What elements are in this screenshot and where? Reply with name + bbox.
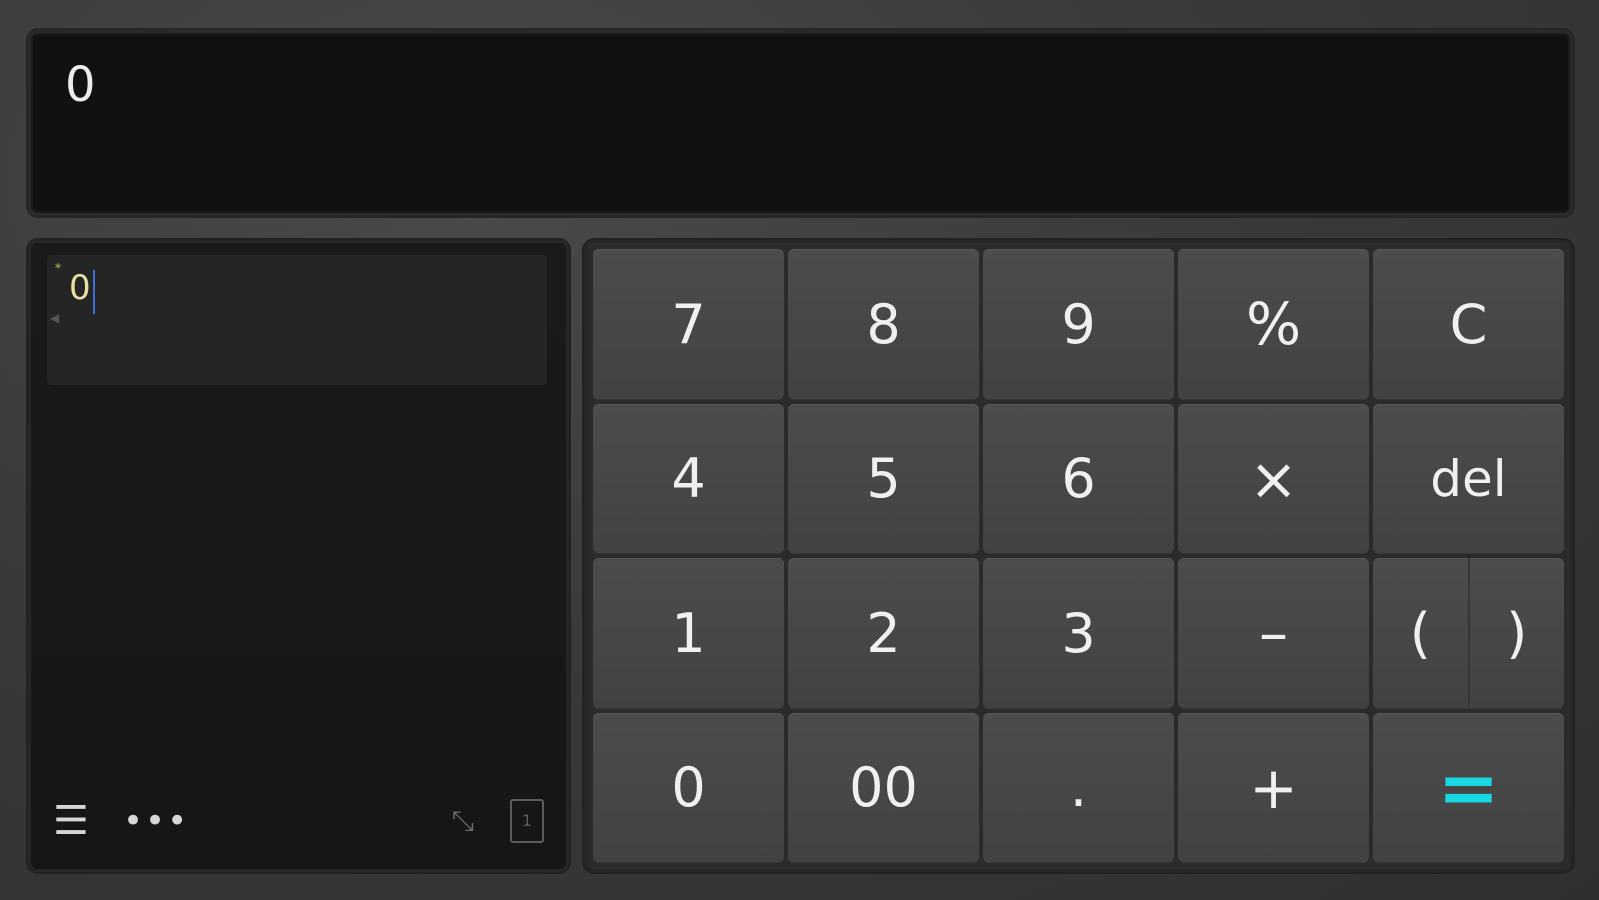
result-display: 0 <box>28 30 1573 216</box>
key-9[interactable]: 9 <box>983 249 1174 400</box>
plus-button[interactable]: + <box>1178 712 1369 863</box>
calculator-window: 0 * ◀ 0 ☰ ••• ⤡ 1 7 8 9 % C 4 5 6 × del … <box>0 0 1599 900</box>
display-value: 0 <box>65 57 96 113</box>
key-2[interactable]: 2 <box>788 558 979 709</box>
key-3[interactable]: 3 <box>983 558 1174 709</box>
multiply-button[interactable]: × <box>1178 403 1369 554</box>
percent-button[interactable]: % <box>1178 249 1369 400</box>
key-1[interactable]: 1 <box>593 558 784 709</box>
menu-icon[interactable]: ☰ <box>53 791 89 851</box>
history-panel: * ◀ 0 ☰ ••• ⤡ 1 <box>28 240 569 872</box>
delete-button[interactable]: del <box>1373 403 1564 554</box>
clear-button[interactable]: C <box>1373 249 1564 400</box>
keypad: 7 8 9 % C 4 5 6 × del 1 2 3 – ( ) 0 00 .… <box>584 240 1573 872</box>
minus-button[interactable]: – <box>1178 558 1369 709</box>
key-00[interactable]: 00 <box>788 712 979 863</box>
key-8[interactable]: 8 <box>788 249 979 400</box>
key-0[interactable]: 0 <box>593 712 784 863</box>
expand-icon[interactable]: ⤡ <box>452 791 474 851</box>
panel-toggle-icon[interactable]: 1 <box>510 791 544 843</box>
key-5[interactable]: 5 <box>788 403 979 554</box>
row-arrow-icon: ◀ <box>50 311 60 325</box>
close-paren-button[interactable]: ) <box>1469 558 1564 709</box>
key-4[interactable]: 4 <box>593 403 784 554</box>
more-options-icon[interactable]: ••• <box>123 791 189 851</box>
parentheses-group: ( ) <box>1373 558 1564 709</box>
key-7[interactable]: 7 <box>593 249 784 400</box>
panel-toggle-label: 1 <box>510 799 544 843</box>
text-caret <box>93 270 95 314</box>
history-toolbar: ☰ ••• ⤡ 1 <box>53 791 544 851</box>
key-6[interactable]: 6 <box>983 403 1174 554</box>
active-marker-icon: * <box>55 261 61 275</box>
decimal-button[interactable]: . <box>983 712 1174 863</box>
history-entry[interactable]: * ◀ 0 <box>47 255 547 385</box>
expression-input[interactable]: 0 <box>69 271 91 305</box>
equals-button[interactable]: = <box>1373 712 1564 863</box>
open-paren-button[interactable]: ( <box>1373 558 1468 709</box>
